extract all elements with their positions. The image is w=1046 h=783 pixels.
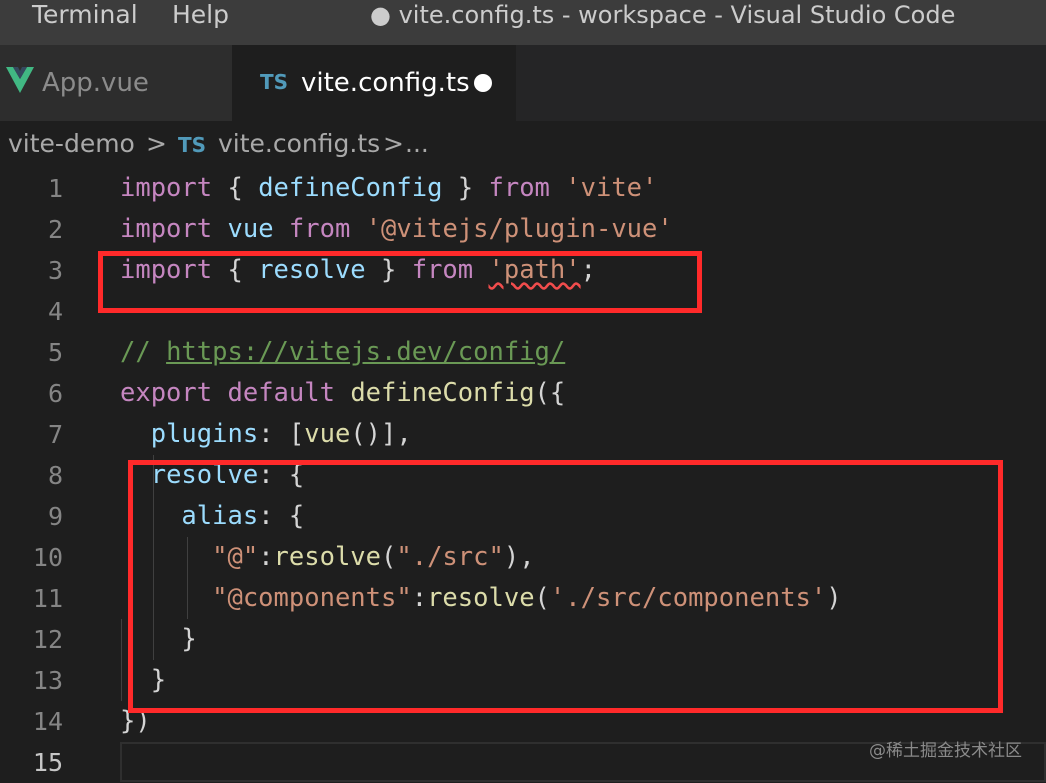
- code-text: export default defineConfig({: [120, 373, 565, 414]
- code-token: defineConfig: [258, 173, 443, 203]
- code-line[interactable]: 2 import vue from '@vitejs/plugin-vue': [0, 209, 1046, 250]
- code-token: vue: [227, 214, 274, 244]
- window-title: ● vite.config.ts - workspace - Visual St…: [370, 1, 956, 29]
- code-line[interactable]: 5 // https://vitejs.dev/config/: [0, 332, 1046, 373]
- line-number: 2: [47, 215, 63, 244]
- line-number: 7: [47, 420, 63, 449]
- breadcrumb-folder[interactable]: vite-demo: [8, 129, 135, 158]
- code-token: default: [227, 378, 335, 408]
- line-number: 11: [32, 584, 63, 613]
- code-token: from: [288, 214, 351, 244]
- unsaved-dot-icon[interactable]: [474, 74, 492, 92]
- code-text: import vue from '@vitejs/plugin-vue': [120, 209, 673, 250]
- line-number: 6: [47, 379, 63, 408]
- code-line[interactable]: 6 export default defineConfig({: [0, 373, 1046, 414]
- code-token: defineConfig: [350, 378, 535, 408]
- title-bar: Terminal Help ● vite.config.ts - workspa…: [0, 0, 1046, 45]
- ts-icon: TS: [260, 70, 289, 94]
- line-number: 13: [32, 666, 63, 695]
- highlight-box-resolve: [128, 460, 1003, 713]
- line-number: 4: [47, 297, 63, 326]
- ts-icon: TS: [178, 133, 207, 157]
- code-text: // https://vitejs.dev/config/: [120, 332, 565, 373]
- code-token: vue: [304, 419, 351, 449]
- breadcrumb: vite-demo > TS vite.config.ts > ...: [0, 121, 1046, 169]
- code-token: ({: [534, 378, 566, 408]
- code-token: {: [212, 173, 259, 203]
- code-token: '@vitejs/plugin-vue': [365, 214, 673, 244]
- code-text: plugins: [vue()],: [120, 414, 412, 455]
- breadcrumb-more[interactable]: ...: [405, 129, 429, 158]
- line-number: 10: [32, 543, 63, 572]
- watermark: @稀土掘金技术社区: [869, 741, 1022, 761]
- line-number: 1: [47, 174, 63, 203]
- tab-label: App.vue: [42, 68, 149, 98]
- code-line[interactable]: 7 plugins: [vue()],: [0, 414, 1046, 455]
- tab-label: vite.config.ts: [301, 68, 470, 98]
- code-text: import { defineConfig } from 'vite': [120, 168, 657, 209]
- line-number: 14: [32, 707, 63, 736]
- line-number: 12: [32, 625, 63, 654]
- highlight-box-import: [98, 251, 702, 313]
- code-token: }: [442, 173, 489, 203]
- line-number: 3: [47, 256, 63, 285]
- menu-terminal[interactable]: Terminal: [32, 0, 138, 30]
- code-token: : [: [258, 419, 305, 449]
- chevron-right-icon: >: [383, 129, 404, 158]
- code-token: import: [120, 214, 213, 244]
- code-token: from: [488, 173, 550, 203]
- code-token: ()],: [350, 419, 412, 449]
- line-number: 8: [47, 461, 63, 490]
- code-token: export: [120, 378, 213, 408]
- breadcrumb-file[interactable]: vite.config.ts: [218, 129, 380, 158]
- tab-app-vue[interactable]: App.vue: [0, 45, 232, 121]
- vue-icon: [6, 67, 34, 93]
- code-token: //: [120, 337, 167, 367]
- code-token: 'vite': [565, 173, 658, 203]
- line-number: 15: [32, 748, 63, 777]
- code-line[interactable]: 1 import { defineConfig } from 'vite': [0, 168, 1046, 209]
- code-token: plugins: [150, 419, 259, 449]
- code-token: https://vitejs.dev/config/: [166, 337, 566, 367]
- line-number: 5: [47, 338, 63, 367]
- code-token: import: [120, 173, 213, 203]
- chevron-right-icon: >: [146, 129, 167, 158]
- menu-help[interactable]: Help: [172, 0, 229, 30]
- tab-bar: App.vue TS vite.config.ts: [0, 45, 1046, 121]
- line-number: 9: [47, 502, 63, 531]
